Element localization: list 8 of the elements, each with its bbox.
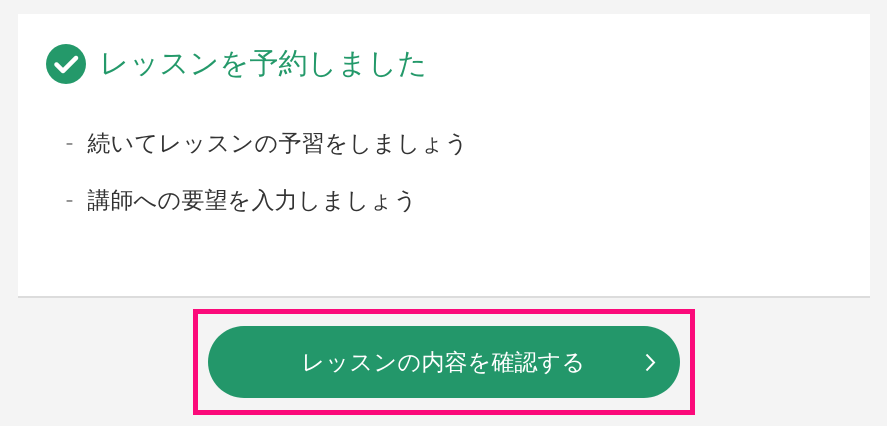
confirmation-title: レッスンを予約しました xyxy=(100,45,428,82)
bullet-dash: - xyxy=(66,131,74,156)
chevron-right-icon xyxy=(644,353,656,372)
list-item-text: 続いてレッスンの予習をしましょう xyxy=(87,130,468,159)
bullet-dash: - xyxy=(66,188,74,213)
list-item-text: 講師への要望を入力しましょう xyxy=(87,187,418,216)
confirm-lesson-button[interactable]: レッスンの内容を確認する xyxy=(208,326,680,398)
check-circle-icon xyxy=(46,44,86,84)
